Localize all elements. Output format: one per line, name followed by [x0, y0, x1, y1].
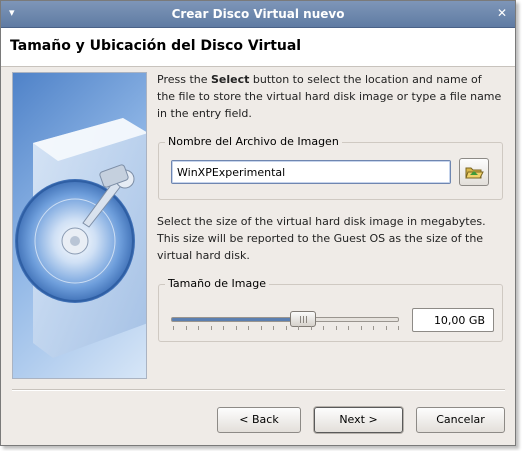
- file-name-group-label: Nombre del Archivo de Imagen: [165, 135, 342, 148]
- grip-line: [306, 316, 308, 323]
- disk-size-group-label: Tamaño de Image: [165, 277, 269, 290]
- size-slider-handle[interactable]: [290, 311, 317, 327]
- slider-tick: [310, 326, 312, 330]
- back-button[interactable]: < Back: [217, 407, 301, 433]
- slider-tick: [173, 326, 174, 330]
- slider-tick: [373, 326, 374, 330]
- size-value-field[interactable]: 10,00 GB: [412, 308, 494, 332]
- slider-tick: [285, 326, 287, 330]
- slider-tick: [360, 326, 362, 330]
- close-icon[interactable]: ✕: [495, 6, 509, 20]
- size-slider-ticks: [173, 326, 399, 331]
- size-description: Select the size of the virtual hard disk…: [157, 215, 486, 262]
- slider-tick: [223, 326, 224, 330]
- slider-tick: [335, 326, 337, 330]
- slider-tick: [398, 326, 399, 330]
- page-title: Tamaño y Ubicación del Disco Virtual: [10, 38, 302, 54]
- wizard-header: Tamaño y Ubicación del Disco Virtual: [1, 28, 515, 67]
- slider-tick: [210, 326, 212, 330]
- slider-tick: [235, 326, 237, 330]
- location-description-select-word: Select: [211, 73, 250, 86]
- button-separator: [12, 389, 505, 391]
- slider-tick: [323, 326, 324, 330]
- slider-tick: [298, 326, 299, 330]
- slider-tick: [248, 326, 249, 330]
- dialog-window: ▾ Crear Disco Virtual nuevo ✕ Tamaño y U…: [0, 0, 516, 446]
- window-title: Crear Disco Virtual nuevo: [171, 7, 345, 21]
- location-description: Press the Select button to select the lo…: [157, 71, 502, 122]
- file-name-input[interactable]: [171, 160, 451, 184]
- slider-tick: [198, 326, 199, 330]
- slider-tick: [273, 326, 274, 330]
- slider-tick: [385, 326, 387, 330]
- title-bar[interactable]: ▾ Crear Disco Virtual nuevo ✕: [1, 1, 515, 28]
- grip-line: [300, 316, 302, 323]
- hard-disk-icon: [15, 118, 146, 358]
- folder-open-icon: [465, 167, 484, 179]
- slider-tick: [260, 326, 262, 330]
- hard-disk-illustration: [12, 72, 147, 379]
- slider-tick: [185, 326, 187, 330]
- next-button[interactable]: Next >: [314, 407, 403, 433]
- size-slider-track[interactable]: [171, 317, 399, 322]
- select-file-button[interactable]: [459, 158, 489, 186]
- location-description-start: Press the: [157, 73, 211, 86]
- grip-line: [303, 316, 305, 323]
- slider-tick: [348, 326, 349, 330]
- cancel-button[interactable]: Cancelar: [416, 407, 505, 433]
